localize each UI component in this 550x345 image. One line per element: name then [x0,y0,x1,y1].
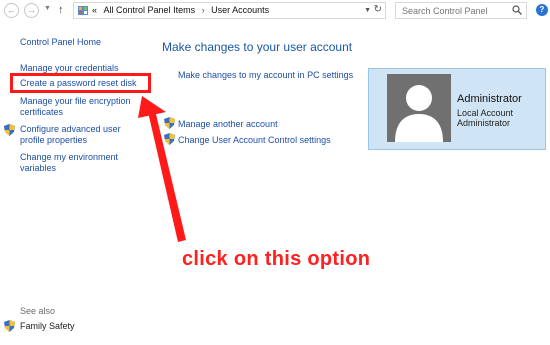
help-icon[interactable]: ? [536,4,548,16]
configure-advanced-profile-link[interactable]: Configure advanced user profile properti… [20,124,121,146]
recent-locations-icon[interactable]: ▼ [44,5,51,12]
account-card: Administrator Local Account Administrato… [368,68,546,150]
navigation-bar: ← → ▼ ↑ « All Control Panel Items › User… [0,0,550,22]
family-safety-link[interactable]: Family Safety [20,321,75,332]
back-button[interactable]: ← [4,3,19,18]
change-environment-line-2: variables [20,163,57,173]
change-environment-line-1: Change my environment [20,152,119,162]
pc-settings-link[interactable]: Make changes to my account in PC setting… [178,70,353,80]
configure-advanced-line-1: Configure advanced user [20,124,121,134]
change-uac-settings-link[interactable]: Change User Account Control settings [178,135,331,145]
breadcrumb-overflow[interactable]: « [92,5,97,15]
breadcrumb-separator[interactable]: › [202,5,205,15]
address-bar[interactable]: « All Control Panel Items › User Account… [73,2,386,19]
manage-another-shield-icon [164,117,175,129]
manage-file-encryption-link[interactable]: Manage your file encryption certificates [20,96,131,118]
refresh-icon[interactable]: ↻ [374,4,382,15]
page-title: Make changes to your user account [162,40,353,54]
control-panel-home-link[interactable]: Control Panel Home [20,37,101,48]
search-icon [512,5,522,15]
annotation-text: click on this option [182,248,371,270]
forward-button[interactable]: → [24,3,39,18]
search-box[interactable]: Search Control Panel [395,2,527,19]
breadcrumb-user-accounts[interactable]: User Accounts [211,5,269,15]
account-role: Administrator [457,118,511,128]
search-placeholder[interactable]: Search Control Panel [402,6,488,16]
uac-settings-shield-icon [164,133,175,145]
change-environment-variables-link[interactable]: Change my environment variables [20,152,118,174]
user-silhouette-icon [387,74,451,142]
control-panel-icon [78,6,88,15]
manage-file-encryption-line-1: Manage your file encryption [20,96,131,106]
highlight-box [10,73,151,93]
family-safety-shield-icon [4,320,15,332]
configure-advanced-line-2: profile properties [20,135,88,145]
address-dropdown-icon[interactable]: ▼ [364,7,371,14]
user-avatar [387,74,451,142]
up-arrow-icon[interactable]: ↑ [58,3,64,18]
account-name: Administrator [457,93,522,105]
uac-shield-icon [4,124,15,136]
see-also-heading: See also [20,306,56,316]
breadcrumb: « All Control Panel Items › User Account… [92,5,269,15]
account-type: Local Account [457,108,514,118]
manage-file-encryption-line-2: certificates [20,107,64,117]
manage-another-account-link[interactable]: Manage another account [178,119,278,129]
breadcrumb-all-items[interactable]: All Control Panel Items [104,5,196,15]
